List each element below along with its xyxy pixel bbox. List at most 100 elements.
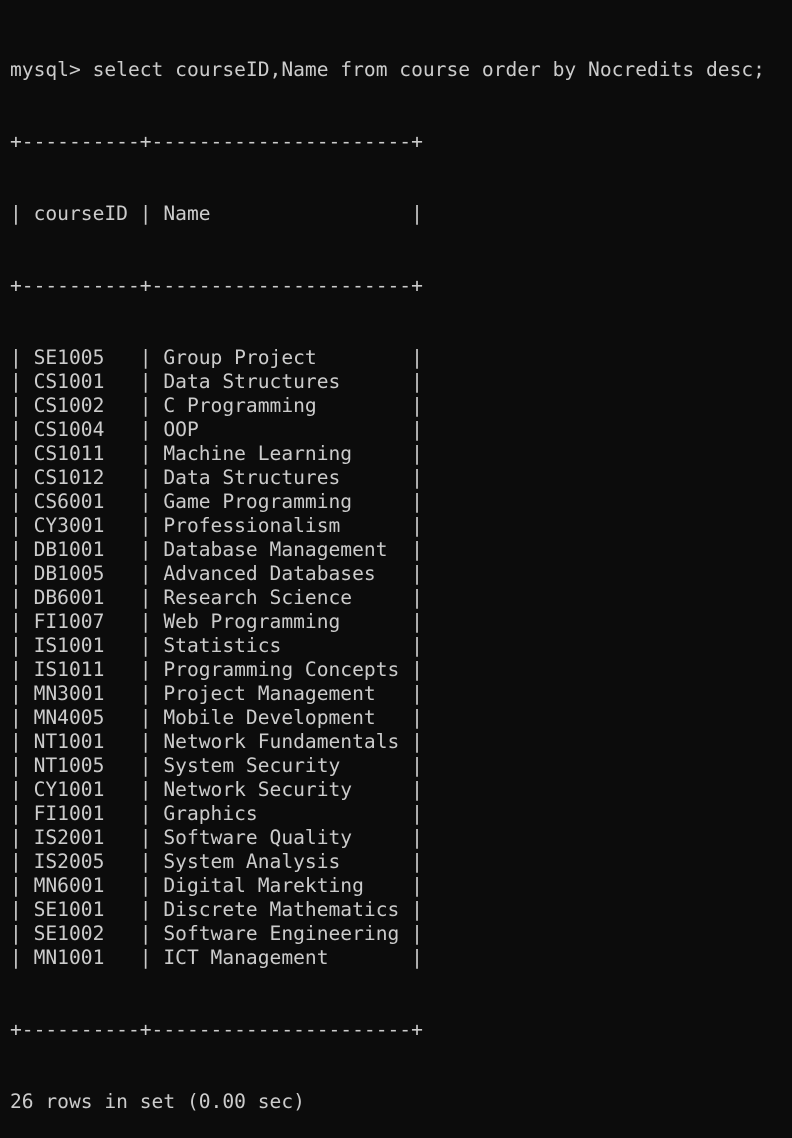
cell-name: Network Security xyxy=(163,778,353,801)
cell-courseid: MN4005 xyxy=(33,706,105,729)
table-row: | CS1011 | Machine Learning | xyxy=(10,442,423,465)
cell-pad xyxy=(329,946,400,969)
cell-pad xyxy=(317,346,400,369)
table-row: | DB6001 | Research Science | xyxy=(10,586,423,609)
cell-pad xyxy=(352,490,399,513)
cell-name: Database Management xyxy=(163,538,388,561)
table-row: | IS1011 | Programming Concepts | xyxy=(10,658,423,681)
cell-pad xyxy=(258,802,400,825)
table-row: | CY3001 | Professionalism | xyxy=(10,514,423,537)
cell-courseid: FI1001 xyxy=(33,802,105,825)
cell-name: System Analysis xyxy=(163,850,341,873)
cell-name: Professionalism xyxy=(163,514,341,537)
cell-name: Data Structures xyxy=(163,466,341,489)
cell-name: Statistics xyxy=(163,634,282,657)
cell-pad xyxy=(104,946,128,969)
cell-pad xyxy=(281,634,399,657)
table-row: | MN6001 | Digital Marekting | xyxy=(10,874,423,897)
cell-pad xyxy=(104,418,128,441)
cell-pad xyxy=(104,802,128,825)
cell-name: Research Science xyxy=(163,586,353,609)
table-row: | CS1004 | OOP | xyxy=(10,418,423,441)
cell-pad xyxy=(388,538,400,561)
cell-name: Programming Concepts xyxy=(163,658,400,681)
cell-pad xyxy=(340,514,399,537)
cell-pad xyxy=(104,826,128,849)
header-courseid: courseID xyxy=(33,202,128,225)
table-row: | IS2005 | System Analysis | xyxy=(10,850,423,873)
cell-name: Software Quality xyxy=(163,826,353,849)
cell-pad xyxy=(317,394,400,417)
cell-courseid: CS1011 xyxy=(33,442,105,465)
cell-pad xyxy=(104,610,128,633)
cell-name: Advanced Databases xyxy=(163,562,376,585)
cell-pad xyxy=(340,754,399,777)
cell-pad xyxy=(104,466,128,489)
table-row: | SE1001 | Discrete Mathematics | xyxy=(10,898,423,921)
cell-name: Game Programming xyxy=(163,490,353,513)
cell-pad xyxy=(104,706,128,729)
cell-name: System Security xyxy=(163,754,341,777)
cell-pad xyxy=(376,682,400,705)
cell-pad xyxy=(104,658,128,681)
cell-pad xyxy=(104,754,128,777)
cell-name: Machine Learning xyxy=(163,442,353,465)
table-row: | MN1001 | ICT Management | xyxy=(10,946,423,969)
table-border-top: +----------+----------------------+ xyxy=(10,130,423,153)
cell-pad xyxy=(364,874,399,897)
result-summary: 26 rows in set (0.00 sec) xyxy=(10,1090,305,1113)
cell-courseid: IS2001 xyxy=(33,826,105,849)
cell-courseid: SE1005 xyxy=(33,346,105,369)
table-row: | DB1005 | Advanced Databases | xyxy=(10,562,423,585)
cell-name: Software Engineering xyxy=(163,922,400,945)
cell-pad xyxy=(104,514,128,537)
cell-name: Graphics xyxy=(163,802,258,825)
cell-courseid: IS1001 xyxy=(33,634,105,657)
cell-pad xyxy=(199,418,400,441)
cell-courseid: FI1007 xyxy=(33,610,105,633)
cell-name: OOP xyxy=(163,418,199,441)
cell-courseid: CS1001 xyxy=(33,370,105,393)
cell-name: Digital Marekting xyxy=(163,874,364,897)
terminal-window[interactable]: mysql> select courseID,Name from course … xyxy=(0,0,792,1113)
cell-pad xyxy=(340,370,399,393)
cell-courseid: IS1011 xyxy=(33,658,105,681)
command-text: select courseID,Name from course order b… xyxy=(92,58,765,81)
cell-pad xyxy=(104,874,128,897)
cell-pad xyxy=(104,346,128,369)
cell-pad xyxy=(104,562,128,585)
cell-courseid: CS1004 xyxy=(33,418,105,441)
table-row: | DB1001 | Database Management | xyxy=(10,538,423,561)
table-row: | FI1007 | Web Programming | xyxy=(10,610,423,633)
header-pad xyxy=(211,202,412,225)
cell-name: Project Management xyxy=(163,682,376,705)
cell-pad xyxy=(340,610,399,633)
table-border-header: +----------+----------------------+ xyxy=(10,274,423,297)
cell-courseid: CS1012 xyxy=(33,466,105,489)
prompt: mysql> xyxy=(10,58,81,81)
cell-pad xyxy=(376,562,400,585)
table-body: | SE1005 | Group Project | | CS1001 | Dat… xyxy=(10,346,792,970)
cell-name: Web Programming xyxy=(163,610,341,633)
table-border-bottom: +----------+----------------------+ xyxy=(10,1018,423,1041)
table-row: | CY1001 | Network Security | xyxy=(10,778,423,801)
table-row: | CS1001 | Data Structures | xyxy=(10,370,423,393)
cell-pad xyxy=(104,682,128,705)
cell-courseid: CY3001 xyxy=(33,514,105,537)
cell-pad xyxy=(104,922,128,945)
table-header-row: | courseID | Name | xyxy=(10,202,423,225)
cell-pad xyxy=(104,634,128,657)
cell-pad xyxy=(104,586,128,609)
cell-pad xyxy=(340,850,399,873)
cell-courseid: SE1001 xyxy=(33,898,105,921)
cell-name: Mobile Development xyxy=(163,706,376,729)
cell-pad xyxy=(376,706,400,729)
cell-pad xyxy=(352,586,399,609)
table-row: | NT1001 | Network Fundamentals | xyxy=(10,730,423,753)
cell-pad xyxy=(352,442,399,465)
table-row: | CS6001 | Game Programming | xyxy=(10,490,423,513)
cell-pad xyxy=(104,730,128,753)
cell-courseid: DB6001 xyxy=(33,586,105,609)
cell-name: Group Project xyxy=(163,346,317,369)
cell-pad xyxy=(104,394,128,417)
